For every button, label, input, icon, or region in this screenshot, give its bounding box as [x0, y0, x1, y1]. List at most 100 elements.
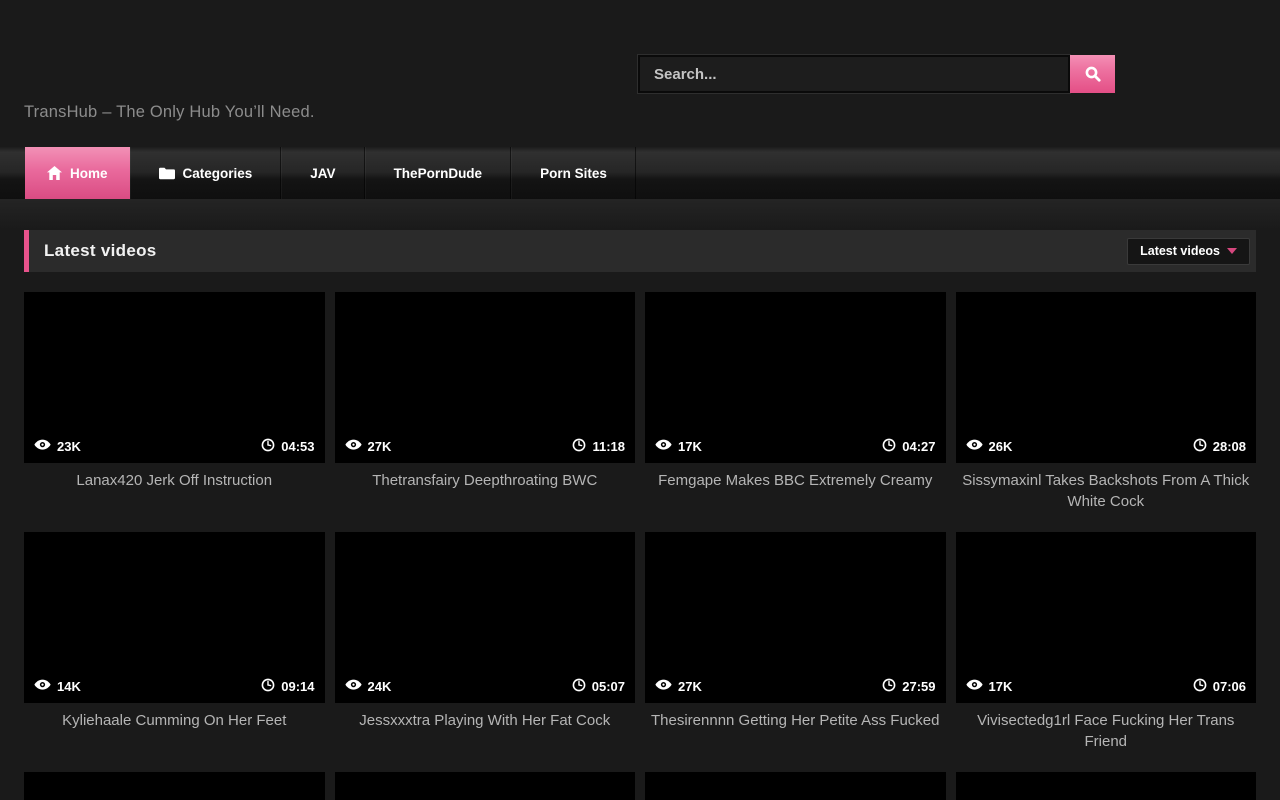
nav-item-porn-sites[interactable]: Porn Sites	[511, 147, 636, 199]
views-count: 26K	[989, 439, 1013, 454]
video-title[interactable]: Thetransfairy Deepthroating BWC	[335, 470, 636, 491]
nav-item-home[interactable]: Home	[25, 147, 130, 199]
video-card[interactable]: 27K 11:18 Thetransfairy Deepthroating BWC	[335, 292, 636, 532]
views-stat: 27K	[655, 679, 702, 694]
nav-item-theporndude[interactable]: ThePornDude	[365, 147, 512, 199]
duration-stat: 07:06	[1193, 678, 1246, 695]
video-thumbnail[interactable]: 27K 11:18	[335, 292, 636, 463]
eye-icon	[655, 679, 672, 694]
sort-dropdown[interactable]: Latest videos	[1127, 238, 1250, 265]
video-stats: 23K 04:53	[24, 438, 325, 463]
video-card-partial[interactable]	[335, 772, 636, 800]
video-card[interactable]: 26K 28:08 Sissymaxinl Takes Backshots From…	[956, 292, 1257, 532]
duration-stat: 05:07	[572, 678, 625, 695]
video-card[interactable]: 17K 07:06 Vivisectedg1rl Face Fucking Her …	[956, 532, 1257, 772]
views-count: 27K	[678, 679, 702, 694]
video-card-partial[interactable]	[645, 772, 946, 800]
video-stats: 14K 09:14	[24, 678, 325, 703]
clock-icon	[1193, 678, 1207, 695]
nav-item-label: Categories	[183, 166, 253, 181]
duration-value: 04:27	[902, 439, 935, 454]
video-thumbnail[interactable]: 17K 07:06	[956, 532, 1257, 703]
views-count: 17K	[678, 439, 702, 454]
video-thumbnail[interactable]: 27K 27:59	[645, 532, 946, 703]
views-stat: 17K	[655, 439, 702, 454]
video-title[interactable]: Femgape Makes BBC Extremely Creamy	[645, 470, 946, 491]
duration-stat: 27:59	[882, 678, 935, 695]
clock-icon	[572, 678, 586, 695]
video-title[interactable]: Jessxxxtra Playing With Her Fat Cock	[335, 710, 636, 731]
video-thumbnail[interactable]	[335, 772, 636, 800]
duration-value: 27:59	[902, 679, 935, 694]
duration-stat: 11:18	[572, 438, 625, 455]
video-thumbnail[interactable]	[645, 772, 946, 800]
duration-stat: 04:27	[882, 438, 935, 455]
duration-stat: 09:14	[261, 678, 314, 695]
video-thumbnail[interactable]	[956, 772, 1257, 800]
video-card[interactable]: 24K 05:07 Jessxxxtra Playing With Her Fat …	[335, 532, 636, 772]
section-header: Latest videos Latest videos	[24, 230, 1256, 272]
video-stats: 27K 27:59	[645, 678, 946, 703]
section-title: Latest videos	[44, 241, 1127, 261]
video-card[interactable]: 23K 04:53 Lanax420 Jerk Off Instruction	[24, 292, 325, 532]
nav-item-jav[interactable]: JAV	[281, 147, 364, 199]
views-count: 23K	[57, 439, 81, 454]
video-title[interactable]: Vivisectedg1rl Face Fucking Her Trans Fr…	[956, 710, 1257, 753]
video-card-partial[interactable]	[956, 772, 1257, 800]
views-count: 24K	[368, 679, 392, 694]
eye-icon	[34, 679, 51, 694]
duration-value: 09:14	[281, 679, 314, 694]
video-title[interactable]: Thesirennnn Getting Her Petite Ass Fucke…	[645, 710, 946, 731]
eye-icon	[345, 439, 362, 454]
video-thumbnail[interactable]: 26K 28:08	[956, 292, 1257, 463]
eye-icon	[34, 439, 51, 454]
main-navbar: Home Categories JAV ThePornDude Porn Sit…	[0, 147, 1280, 199]
site-tagline: TransHub – The Only Hub You’ll Need.	[24, 103, 315, 122]
video-title[interactable]: Lanax420 Jerk Off Instruction	[24, 470, 325, 491]
duration-value: 07:06	[1213, 679, 1246, 694]
home-icon	[47, 166, 62, 180]
views-stat: 17K	[966, 679, 1013, 694]
nav-item-label: Porn Sites	[540, 166, 607, 181]
duration-value: 11:18	[592, 439, 625, 454]
nav-item-label: ThePornDude	[394, 166, 483, 181]
clock-icon	[1193, 438, 1207, 455]
video-card[interactable]: 14K 09:14 Kyliehaale Cumming On Her Feet	[24, 532, 325, 772]
video-thumbnail[interactable]: 24K 05:07	[335, 532, 636, 703]
clock-icon	[261, 438, 275, 455]
video-thumbnail[interactable]	[24, 772, 325, 800]
views-stat: 26K	[966, 439, 1013, 454]
video-card[interactable]: 27K 27:59 Thesirennnn Getting Her Petite A…	[645, 532, 946, 772]
video-thumbnail[interactable]: 23K 04:53	[24, 292, 325, 463]
search-button[interactable]	[1070, 55, 1115, 93]
views-stat: 14K	[34, 679, 81, 694]
duration-value: 04:53	[281, 439, 314, 454]
duration-stat: 04:53	[261, 438, 314, 455]
navbar-shadow	[0, 199, 1280, 230]
video-stats: 24K 05:07	[335, 678, 636, 703]
duration-stat: 28:08	[1193, 438, 1246, 455]
video-thumbnail[interactable]: 17K 04:27	[645, 292, 946, 463]
caret-down-icon	[1227, 248, 1237, 254]
eye-icon	[966, 679, 983, 694]
video-title[interactable]: Kyliehaale Cumming On Her Feet	[24, 710, 325, 731]
clock-icon	[882, 678, 896, 695]
duration-value: 28:08	[1213, 439, 1246, 454]
sort-dropdown-label: Latest videos	[1140, 244, 1220, 258]
video-stats: 26K 28:08	[956, 438, 1257, 463]
clock-icon	[261, 678, 275, 695]
video-title[interactable]: Sissymaxinl Takes Backshots From A Thick…	[956, 470, 1257, 513]
views-count: 14K	[57, 679, 81, 694]
video-card-partial[interactable]	[24, 772, 325, 800]
video-thumbnail[interactable]: 14K 09:14	[24, 532, 325, 703]
search-input[interactable]	[638, 55, 1070, 93]
nav-item-label: JAV	[310, 166, 335, 181]
nav-item-categories[interactable]: Categories	[130, 147, 282, 199]
video-stats: 17K 04:27	[645, 438, 946, 463]
views-stat: 27K	[345, 439, 392, 454]
duration-value: 05:07	[592, 679, 625, 694]
video-card[interactable]: 17K 04:27 Femgape Makes BBC Extremely Crea…	[645, 292, 946, 532]
video-stats: 27K 11:18	[335, 438, 636, 463]
search-bar	[638, 55, 1115, 93]
nav-item-label: Home	[70, 166, 108, 181]
